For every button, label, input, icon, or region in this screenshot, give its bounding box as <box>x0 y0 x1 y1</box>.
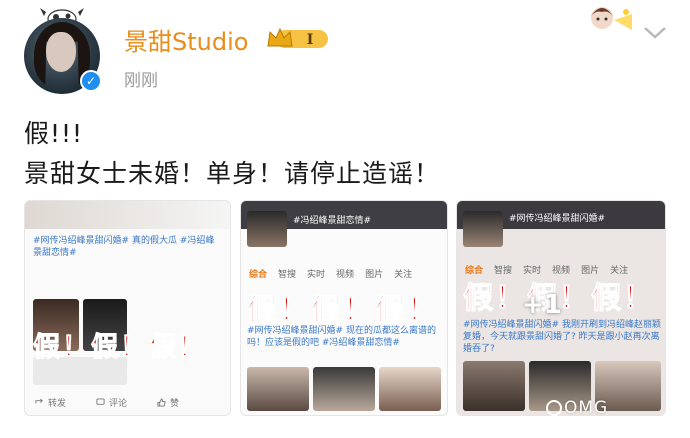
thumbnail-photo <box>463 211 503 247</box>
thumbnail-header <box>25 201 230 229</box>
thumbnail-snippet: #网传冯绍峰景甜闪婚# 我刚开刷到冯绍峰赵丽颖复婚，今天就跟景甜闪婚了? 昨天是… <box>463 320 661 354</box>
thumbnail-hashtag: #冯绍峰景甜恋情# <box>293 216 372 226</box>
chevron-down-icon[interactable] <box>642 22 668 42</box>
thumbnail-photo <box>463 361 525 411</box>
repost-action: 转发 <box>35 396 66 409</box>
thumbs-up-icon <box>157 398 166 407</box>
post-text-line-1: 假!!! <box>24 119 84 148</box>
thumbnail-photo <box>379 367 441 411</box>
watermark-logo-icon <box>546 400 562 416</box>
more-images-count[interactable]: +1 <box>522 290 562 320</box>
repost-icon <box>35 398 43 404</box>
comment-action: 评论 <box>96 396 127 409</box>
fake-stamp-text: 假！假！假！ <box>247 293 439 329</box>
thumbnail-photo <box>313 367 375 411</box>
post-text-line-2: 景甜女士未婚！单身！请停止造谣！ <box>24 159 441 188</box>
watermark: OMG <box>546 398 608 418</box>
thumbnail-tabs: 综合 智搜 实时 视频 图片 关注 <box>249 270 413 280</box>
thumbnail-hashtag: #网传冯绍峰景甜闪婚# <box>509 214 606 224</box>
like-action: 赞 <box>157 396 179 409</box>
cartoon-sticker-icon <box>591 7 632 30</box>
thumbnail-hashtag: #网传冯绍峰景甜闪婚# 真的假大瓜 #冯绍峰景甜恋情# <box>33 236 215 258</box>
thumbnail-photo <box>247 367 309 411</box>
comment-icon <box>96 398 105 405</box>
verified-badge-icon: ✓ <box>80 70 102 92</box>
post-header: ✓ 景甜Studio I 刚刚 <box>0 0 690 110</box>
thumbnail-2[interactable]: #冯绍峰景甜恋情# 综合 智搜 实时 视频 图片 关注 假！假！假！ #网传冯绍… <box>240 200 448 416</box>
account-name[interactable]: 景甜Studio <box>124 22 248 57</box>
thumbnail-1[interactable]: #网传冯绍峰景甜闪婚# 真的假大瓜 #冯绍峰景甜恋情# 假！假！假！ 转发 评论… <box>24 200 231 416</box>
post-time: 刚刚 <box>124 71 158 91</box>
fake-stamp-text: 假！假！假！ <box>33 332 207 364</box>
thumbnail-actions: 转发 评论 赞 <box>35 396 179 409</box>
thumbnail-snippet: #网传冯绍峰景甜闪婚# 现在的瓜都这么离谱的吗！应该是假的吧 #冯绍峰景甜恋情# <box>247 326 436 348</box>
badge-level: I <box>307 32 314 48</box>
thumbnail-photo <box>247 211 287 247</box>
avatar-container[interactable]: ✓ <box>24 6 104 96</box>
vip-crown-badge-icon: I <box>267 27 328 48</box>
image-grid: #网传冯绍峰景甜闪婚# 真的假大瓜 #冯绍峰景甜恋情# 假！假！假！ 转发 评论… <box>24 200 668 430</box>
